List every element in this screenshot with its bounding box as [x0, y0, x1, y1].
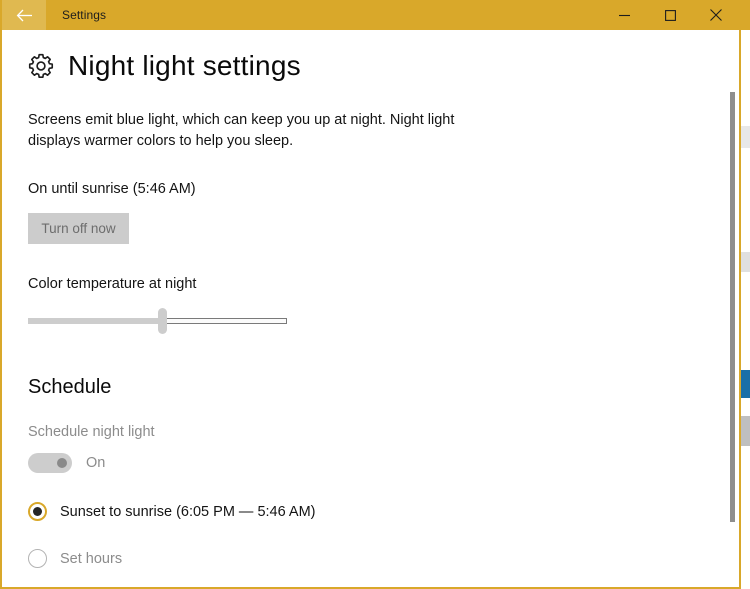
- title-bar: Settings: [2, 0, 739, 30]
- settings-inner: Night light settings Screens emit blue l…: [2, 30, 717, 587]
- color-temperature-label: Color temperature at night: [28, 276, 197, 293]
- color-temperature-slider[interactable]: [28, 308, 287, 335]
- gear-icon: [28, 53, 54, 79]
- night-light-status: On until sunrise (5:46 AM): [28, 181, 196, 198]
- slider-track: [163, 318, 287, 325]
- radio-label-set-hours: Set hours: [60, 550, 123, 567]
- toggle-knob: [57, 458, 67, 469]
- maximize-icon: [664, 9, 676, 21]
- page-header: Night light settings: [28, 52, 717, 80]
- page-title: Night light settings: [68, 50, 301, 81]
- radio-option-set-hours[interactable]: Set hours: [28, 549, 717, 569]
- scrollbar-thumb[interactable]: [730, 92, 735, 522]
- close-icon: [710, 9, 722, 21]
- vertical-scrollbar[interactable]: [727, 30, 739, 587]
- window-controls: [601, 0, 739, 30]
- radio-option-sunset-to-sunrise[interactable]: Sunset to sunrise (6:05 PM — 5:46 AM): [28, 502, 717, 522]
- schedule-toggle-label: Schedule night light: [28, 424, 155, 441]
- toggle-state-label: On: [86, 455, 106, 472]
- radio-label-sunset-to-sunrise: Sunset to sunrise (6:05 PM — 5:46 AM): [60, 503, 316, 520]
- radio-selected-icon[interactable]: [28, 502, 47, 522]
- schedule-heading: Schedule: [28, 376, 112, 399]
- schedule-toggle-row: On: [28, 453, 717, 474]
- back-button[interactable]: [2, 0, 46, 30]
- page-description: Screens emit blue light, which can keep …: [28, 112, 455, 149]
- radio-unselected-icon[interactable]: [28, 549, 47, 569]
- close-button[interactable]: [693, 0, 739, 30]
- minimize-button[interactable]: [601, 0, 647, 30]
- maximize-button[interactable]: [647, 0, 693, 30]
- turn-off-now-button[interactable]: Turn off now: [28, 213, 129, 245]
- settings-content: Night light settings Screens emit blue l…: [2, 30, 739, 587]
- settings-window: Settings Night light settings Screens em…: [0, 0, 741, 589]
- window-title: Settings: [62, 8, 107, 22]
- slider-thumb[interactable]: [158, 308, 167, 335]
- minimize-icon: [618, 10, 630, 21]
- back-arrow-icon: [16, 9, 33, 22]
- schedule-night-light-toggle[interactable]: [28, 453, 72, 474]
- slider-fill: [28, 318, 163, 325]
